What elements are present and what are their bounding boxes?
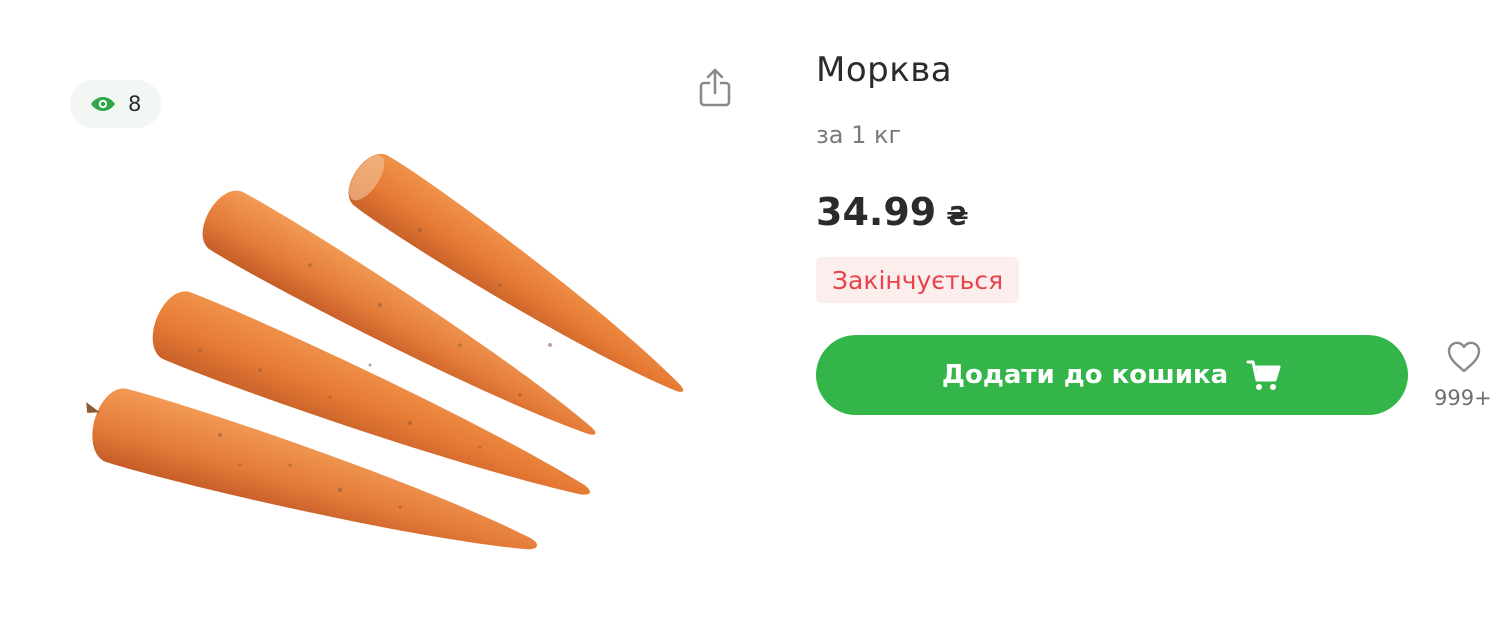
stock-status-badge: Закінчується (816, 257, 1020, 303)
product-gallery: 8 (0, 0, 780, 634)
stock-status-label: Закінчується (832, 265, 1004, 295)
price-value: 34.99 (816, 190, 937, 234)
carrots-image (86, 153, 684, 550)
add-to-cart-button[interactable]: Додати до кошика (816, 335, 1408, 415)
product-price: 34.99 ₴ (816, 190, 969, 234)
views-badge: 8 (70, 80, 162, 128)
wishlist-button[interactable]: 999+ (1432, 340, 1506, 415)
product-details: Морква за 1 кг 34.99 ₴ Закінчується Дода… (816, 0, 1506, 634)
share-button[interactable] (695, 66, 735, 110)
price-currency: ₴ (946, 202, 969, 232)
add-to-cart-label: Додати до кошика (941, 360, 1229, 390)
wishlist-count: 999+ (1434, 386, 1492, 410)
product-unit: за 1 кг (816, 121, 902, 149)
product-image[interactable] (80, 135, 700, 575)
eye-icon (91, 97, 115, 111)
product-title: Морква (816, 50, 953, 90)
cart-icon (1246, 360, 1281, 390)
share-icon (699, 68, 731, 107)
views-count: 8 (128, 92, 142, 116)
heart-icon (1447, 341, 1481, 373)
